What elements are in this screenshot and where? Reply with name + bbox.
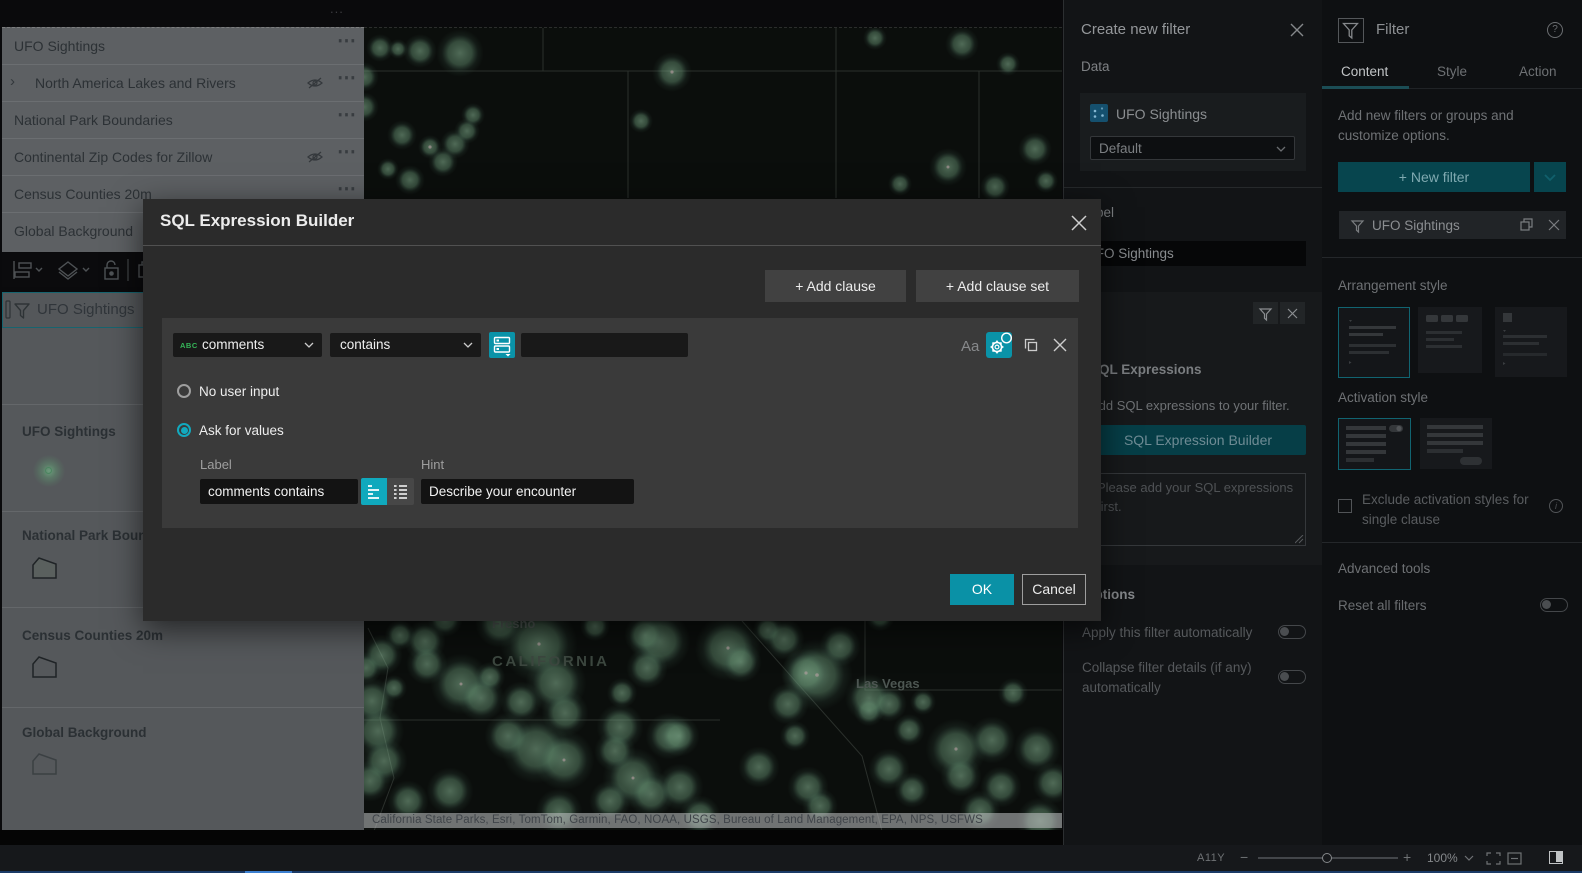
svg-text:CALIFORNIA: CALIFORNIA bbox=[492, 653, 610, 670]
svg-text:Las Vegas: Las Vegas bbox=[856, 676, 920, 691]
